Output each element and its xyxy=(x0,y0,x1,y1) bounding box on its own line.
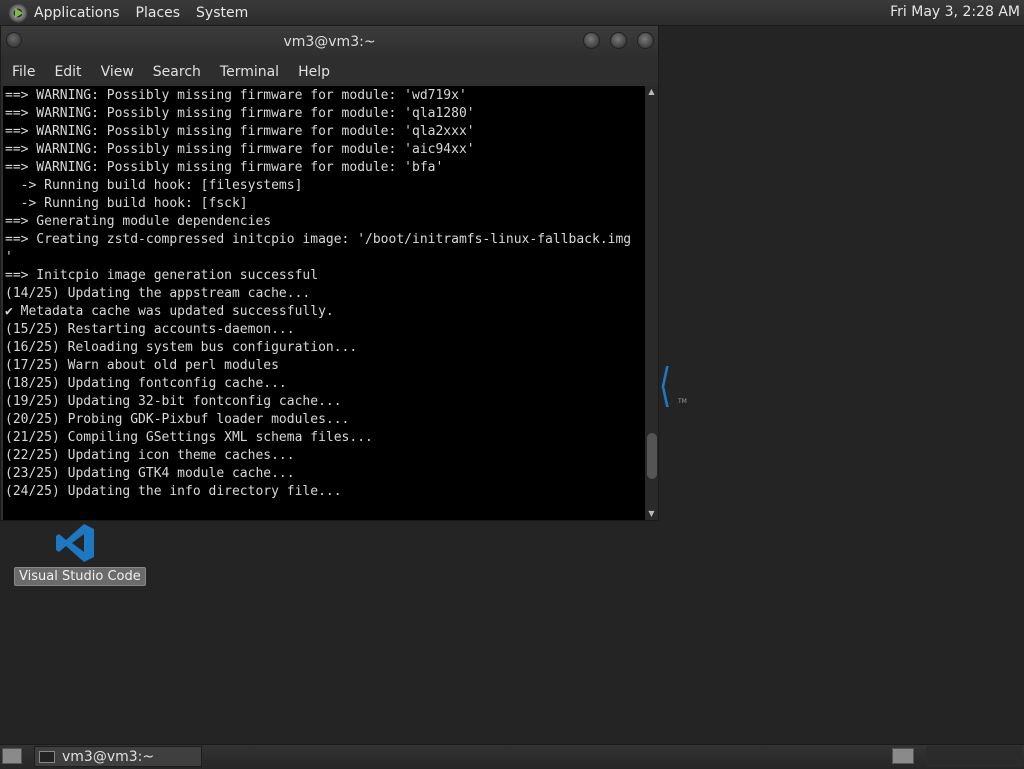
terminal-line: (19/25) Updating 32-bit fontconfig cache… xyxy=(5,394,342,409)
scroll-down-icon[interactable]: ▼ xyxy=(645,508,658,520)
terminal-icon xyxy=(39,750,55,763)
terminal-line: -> Running build hook: [filesystems] xyxy=(5,178,303,193)
taskbar-terminal-label: vm3@vm3:~ xyxy=(62,748,155,765)
scroll-up-icon[interactable]: ▲ xyxy=(645,86,658,98)
window-title: vm3@vm3:~ xyxy=(283,34,376,50)
show-desktop-icon[interactable] xyxy=(2,748,22,764)
window-titlebar[interactable]: vm3@vm3:~ xyxy=(1,26,658,58)
terminal-line: ==> WARNING: Possibly missing firmware f… xyxy=(5,160,444,175)
terminal-line: ==> WARNING: Possibly missing firmware f… xyxy=(5,142,475,157)
menu-file[interactable]: File xyxy=(12,64,35,80)
terminal-line: (20/25) Probing GDK-Pixbuf loader module… xyxy=(5,412,350,427)
terminal-line: ==> WARNING: Possibly missing firmware f… xyxy=(5,88,467,103)
terminal-window: vm3@vm3:~ File Edit View Search Terminal… xyxy=(0,25,659,521)
terminal-scrollbar[interactable]: ▲ ▼ xyxy=(645,86,658,520)
terminal-text: ==> WARNING: Possibly missing firmware f… xyxy=(3,86,645,501)
terminal-output[interactable]: ==> WARNING: Possibly missing firmware f… xyxy=(3,86,645,520)
menu-edit[interactable]: Edit xyxy=(54,64,81,80)
background-trademark: TM xyxy=(678,398,687,405)
menu-terminal[interactable]: Terminal xyxy=(220,64,279,80)
terminal-line: ==> WARNING: Possibly missing firmware f… xyxy=(5,124,475,139)
vscode-icon[interactable] xyxy=(54,522,96,564)
terminal-line: -> Running build hook: [fsck] xyxy=(5,196,248,211)
terminal-line: ==> Creating zstd-compressed initcpio im… xyxy=(5,232,632,247)
terminal-line: (22/25) Updating icon theme caches... xyxy=(5,448,295,463)
menu-applications[interactable]: Applications xyxy=(34,5,120,21)
window-menubar: File Edit View Search Terminal Help xyxy=(1,58,658,86)
terminal-line: ==> Generating module dependencies xyxy=(5,214,272,229)
terminal-line: (21/25) Compiling GSettings XML schema f… xyxy=(5,430,373,445)
clock[interactable]: Fri May 3, 2:28 AM xyxy=(890,4,1020,20)
terminal-line: (17/25) Warn about old perl modules xyxy=(5,358,279,373)
workspace-switcher-area[interactable] xyxy=(926,746,1022,767)
maximize-button[interactable] xyxy=(610,32,627,49)
vscode-icon-label[interactable]: Visual Studio Code xyxy=(14,567,146,586)
scrollbar-thumb[interactable] xyxy=(647,432,657,479)
terminal-line: (16/25) Reloading system bus configurati… xyxy=(5,340,358,355)
menu-places[interactable]: Places xyxy=(136,5,181,21)
menu-system[interactable]: System xyxy=(196,5,248,21)
background-logo-icon: ⟨ xyxy=(658,358,672,412)
menu-search[interactable]: Search xyxy=(153,64,201,80)
terminal-line: ' xyxy=(5,250,13,265)
bottom-panel: vm3@vm3:~ xyxy=(0,744,1024,769)
workspace-switcher-1[interactable] xyxy=(892,748,914,764)
taskbar-terminal-button[interactable]: vm3@vm3:~ xyxy=(34,746,202,767)
menu-view[interactable]: View xyxy=(101,64,134,80)
terminal-line: (23/25) Updating GTK4 module cache... xyxy=(5,466,295,481)
terminal-line: ✔ Metadata cache was updated successfull… xyxy=(5,304,334,319)
close-button[interactable] xyxy=(637,32,654,49)
terminal-line: ==> Initcpio image generation successful xyxy=(5,268,319,283)
terminal-line: (18/25) Updating fontconfig cache... xyxy=(5,376,287,391)
terminal-line: (24/25) Updating the info directory file… xyxy=(5,484,342,499)
terminal-line: (15/25) Restarting accounts-daemon... xyxy=(5,322,295,337)
terminal-line: ==> WARNING: Possibly missing firmware f… xyxy=(5,106,475,121)
top-panel: Applications Places System Fri May 3, 2:… xyxy=(0,0,1024,26)
minimize-button[interactable] xyxy=(583,32,600,49)
menu-help[interactable]: Help xyxy=(298,64,330,80)
distro-logo-icon[interactable] xyxy=(8,2,28,23)
terminal-line: (14/25) Updating the appstream cache... xyxy=(5,286,311,301)
